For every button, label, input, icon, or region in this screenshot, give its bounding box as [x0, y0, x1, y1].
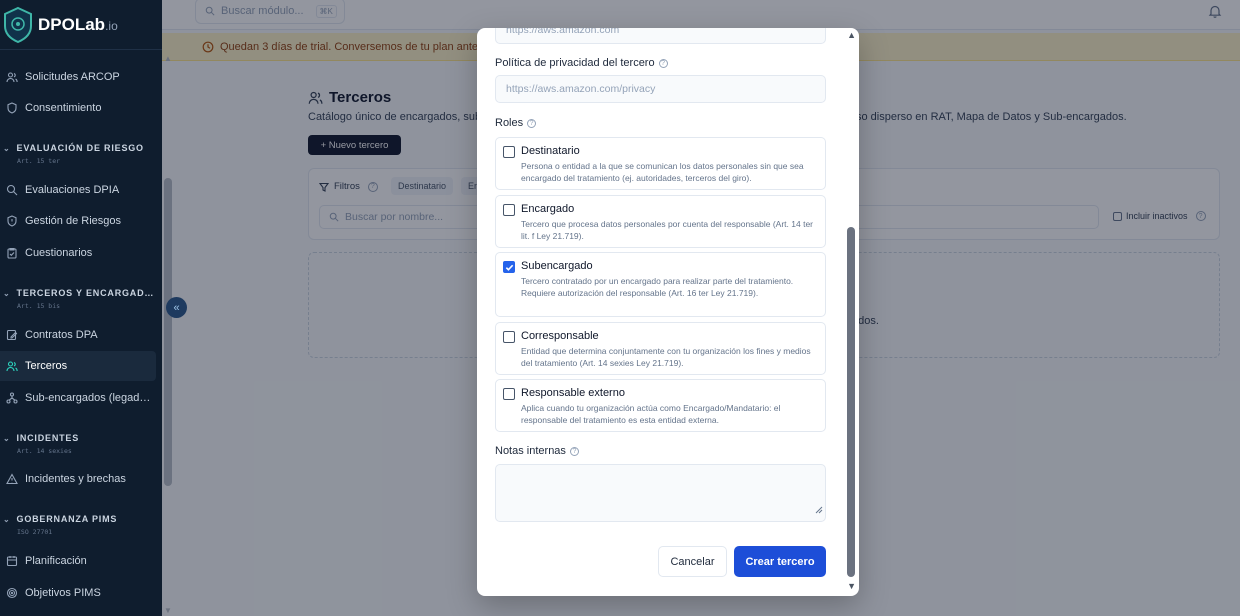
shield-alert-icon	[6, 215, 18, 227]
section-evaluacion-riesgo[interactable]: ⌄ EVALUACIÓN DE RIESGO Art. 15 ter	[3, 143, 144, 165]
section-sub: Art. 15 bis	[17, 302, 61, 310]
calendar-icon	[6, 555, 18, 567]
alert-triangle-icon	[6, 473, 18, 485]
sidebar-item-sub-encargados[interactable]: Sub-encargados (legad…	[0, 383, 156, 413]
role-option-destinatario[interactable]: Destinatario Persona o entidad a la que …	[495, 137, 826, 190]
chevron-down-icon: ⌄	[3, 515, 11, 524]
chevron-down-icon: ⌄	[3, 144, 11, 153]
brand[interactable]: DPOLab.io	[0, 0, 162, 50]
sidebar-scroll-up[interactable]: ▲	[164, 54, 172, 63]
sidebar-scroll-down[interactable]: ▼	[164, 606, 172, 615]
chevron-down-icon: ⌄	[3, 289, 11, 298]
role-description: Entidad que determina conjuntamente con …	[521, 346, 811, 368]
privacy-label-text: Política de privacidad del tercero	[495, 57, 655, 69]
target-icon	[6, 587, 18, 599]
chevrons-left-icon: «	[173, 301, 180, 314]
sidebar-item-contratos-dpa[interactable]: Contratos DPA	[0, 320, 156, 350]
role-checkbox[interactable]	[503, 331, 515, 343]
section-title: INCIDENTES	[16, 433, 80, 443]
role-description: Persona o entidad a la que se comunican …	[521, 161, 804, 183]
role-checkbox[interactable]	[503, 146, 515, 158]
sidebar-item-cuestionarios[interactable]: Cuestionarios	[0, 238, 156, 268]
collapse-sidebar-button[interactable]: «	[166, 297, 187, 318]
modal-scroll-down[interactable]: ▼	[847, 581, 856, 591]
search-icon	[6, 184, 18, 196]
logo-shield-icon	[2, 6, 34, 44]
section-title: TERCEROS Y ENCARGAD…	[16, 288, 155, 298]
brand-name: DPOLab	[38, 14, 106, 34]
chevron-down-icon: ⌄	[3, 434, 11, 443]
roles-label-text: Roles	[495, 117, 524, 129]
cancel-button[interactable]: Cancelar	[658, 546, 727, 577]
role-description: Tercero que procesa datos personales por…	[521, 219, 814, 241]
sidebar-item-label: Gestión de Riesgos	[25, 215, 121, 227]
role-option-corresponsable[interactable]: Corresponsable Entidad que determina con…	[495, 322, 826, 375]
section-sub: Art. 14 sexies	[17, 447, 72, 455]
sidebar-item-solicitudes-arcop[interactable]: Solicitudes ARCOP	[0, 62, 156, 92]
sidebar-item-consentimiento[interactable]: Consentimiento	[0, 93, 156, 123]
role-checkbox[interactable]	[503, 388, 515, 400]
sidebar-item-label: Incidentes y brechas	[25, 473, 126, 485]
role-title: Corresponsable	[521, 330, 599, 342]
role-option-encargado[interactable]: Encargado Tercero que procesa datos pers…	[495, 195, 826, 248]
network-icon	[6, 392, 18, 404]
notes-textarea[interactable]	[495, 464, 826, 522]
notes-label: Notas internas ?	[495, 445, 579, 457]
section-incidentes[interactable]: ⌄ INCIDENTES Art. 14 sexies	[3, 433, 79, 455]
brand-suffix: .io	[105, 18, 118, 33]
website-input[interactable]: https://aws.amazon.com	[495, 28, 826, 44]
section-title: EVALUACIÓN DE RIESGO	[16, 143, 144, 153]
sidebar-item-objetivos-pims[interactable]: Objetivos PIMS	[0, 578, 156, 608]
resize-grip-icon[interactable]	[815, 501, 823, 519]
sidebar-item-label: Evaluaciones DPIA	[25, 184, 120, 196]
role-description: Tercero contratado por un encargado para…	[521, 276, 794, 298]
sidebar-item-label: Contratos DPA	[25, 329, 98, 341]
section-terceros[interactable]: ⌄ TERCEROS Y ENCARGAD… Art. 15 bis	[3, 288, 154, 310]
privacy-input[interactable]: https://aws.amazon.com/privacy	[495, 75, 826, 103]
new-tercero-modal: https://aws.amazon.com Política de priva…	[477, 28, 859, 596]
notes-label-text: Notas internas	[495, 445, 566, 457]
sidebar-item-label: Objetivos PIMS	[25, 587, 101, 599]
info-icon[interactable]: ?	[527, 118, 537, 128]
file-edit-icon	[6, 329, 18, 341]
sidebar-scrollbar[interactable]	[164, 178, 172, 486]
privacy-label: Política de privacidad del tercero ?	[495, 57, 668, 69]
role-title: Encargado	[521, 203, 575, 215]
sidebar-item-planificacion[interactable]: Planificación	[0, 546, 156, 576]
role-option-subencargado[interactable]: Subencargado Tercero contratado por un e…	[495, 252, 826, 317]
section-sub: ISO 27701	[17, 528, 53, 536]
clipboard-icon	[6, 247, 18, 259]
sidebar-item-evaluaciones-dpia[interactable]: Evaluaciones DPIA	[0, 175, 156, 205]
section-title: GOBERNANZA PIMS	[16, 514, 118, 524]
role-checkbox-checked[interactable]	[503, 261, 515, 273]
role-title: Destinatario	[521, 145, 580, 157]
modal-scroll-up[interactable]: ▲	[847, 30, 856, 40]
sidebar-item-label: Terceros	[25, 360, 68, 372]
shield-icon	[6, 102, 18, 114]
role-description: Aplica cuando tu organización actúa como…	[521, 403, 781, 425]
section-gobernanza[interactable]: ⌄ GOBERNANZA PIMS ISO 27701	[3, 514, 117, 536]
section-sub: Art. 15 ter	[17, 157, 61, 165]
sidebar-item-label: Planificación	[25, 555, 87, 567]
role-title: Responsable externo	[521, 387, 625, 399]
check-icon	[505, 264, 513, 271]
role-title: Subencargado	[521, 260, 593, 272]
info-icon[interactable]: ?	[569, 446, 579, 456]
sidebar-item-label: Cuestionarios	[25, 247, 93, 259]
create-tercero-button[interactable]: Crear tercero	[734, 546, 826, 577]
role-checkbox[interactable]	[503, 204, 515, 216]
sidebar-item-gestion-riesgos[interactable]: Gestión de Riesgos	[0, 206, 156, 236]
sidebar-item-label: Consentimiento	[25, 102, 102, 114]
users-icon	[6, 71, 18, 83]
sidebar-item-label: Solicitudes ARCOP	[25, 71, 120, 83]
users-icon	[6, 360, 18, 372]
info-icon[interactable]: ?	[658, 58, 668, 68]
sidebar-item-terceros[interactable]: Terceros	[0, 351, 156, 381]
sidebar-item-incidentes[interactable]: Incidentes y brechas	[0, 464, 156, 494]
roles-label: Roles ?	[495, 117, 537, 129]
role-option-responsable-externo[interactable]: Responsable externo Aplica cuando tu org…	[495, 379, 826, 432]
sidebar-item-label: Sub-encargados (legad…	[25, 392, 151, 404]
sidebar: DPOLab.io Solicitudes ARCOP Consentimien…	[0, 0, 162, 616]
modal-scrollbar[interactable]	[847, 227, 855, 577]
